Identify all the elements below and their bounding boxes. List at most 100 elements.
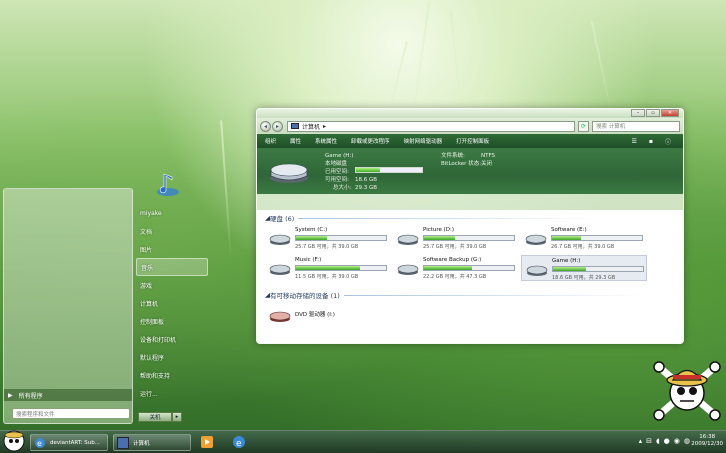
breadcrumb-arrow: ▸	[323, 122, 327, 130]
drive-item[interactable]: Music (F:) 11.5 GB 可用，共 39.0 GB	[265, 255, 391, 281]
all-programs-label: 所有程序	[18, 392, 43, 400]
toolbar-system-properties[interactable]: 系统属性	[315, 137, 337, 145]
usage-fill	[296, 236, 327, 240]
music-note-icon	[157, 173, 179, 196]
views-icon[interactable]: ☰	[632, 138, 637, 145]
forward-button[interactable]: ▸	[272, 120, 283, 132]
media-player-icon[interactable]	[200, 435, 214, 449]
back-button[interactable]: ◂	[260, 120, 271, 132]
window-controls: – ▫ ✕	[630, 109, 679, 117]
removable-header[interactable]: ◢ 有可移动存储的设备 (1)	[265, 290, 644, 300]
toolbar-organize[interactable]: 组织	[265, 137, 276, 145]
tray-app-icon[interactable]: ◍	[684, 437, 690, 445]
drive-item[interactable]: System (C:) 25.7 GB 可用，共 39.0 GB	[265, 225, 391, 251]
usage-fill	[296, 266, 360, 270]
start-item-default-programs[interactable]: 默认程序	[136, 348, 208, 366]
drive-info: 22.2 GB 可用，共 47.3 GB	[423, 274, 487, 280]
command-bar: 组织 属性 系统属性 卸载或更改程序 映射网络驱动器 打开控制面板 ☰ ▪ ⓘ	[257, 134, 683, 148]
start-item-user[interactable]: miyake	[136, 204, 208, 222]
task-label: 计算机	[133, 440, 150, 447]
drive-info: 26.7 GB 可用，共 39.0 GB	[551, 244, 615, 250]
dvd-drive-item[interactable]: DVD 驱动器 (I:)	[265, 302, 391, 328]
start-search-input[interactable]: 搜索程序和文件	[12, 408, 130, 419]
start-item-label: 图片	[140, 246, 153, 254]
toolbar-properties[interactable]: 属性	[290, 137, 301, 145]
start-item-label: 运行...	[140, 390, 158, 398]
detail-free-value: 18.6 GB	[355, 177, 378, 183]
shutdown-options-button[interactable]: ▸	[172, 412, 182, 422]
network-icon[interactable]: ⊟	[646, 437, 652, 445]
grass-blade	[411, 0, 431, 120]
start-item-run[interactable]: 运行...	[136, 384, 208, 402]
start-item-games[interactable]: 游戏	[136, 276, 208, 294]
start-menu-right-pane: miyake 文档 图片 音乐 游戏 计算机 控制面板 设备和打印机 默认程序 …	[136, 204, 208, 424]
search-placeholder: 搜索 计算机	[596, 124, 626, 130]
hard-drive-icon	[397, 264, 419, 275]
start-item-devices-printers[interactable]: 设备和打印机	[136, 330, 208, 348]
drive-item[interactable]: Software (E:) 26.7 GB 可用，共 39.0 GB	[521, 225, 647, 251]
toolbar-uninstall[interactable]: 卸载或更改程序	[351, 137, 390, 145]
explorer-window: – ▫ ✕ ◂ ▸ 计算机 ▸ ⟳ 搜索 计算机 组织 属性 系统属性 卸载或更…	[256, 108, 684, 344]
taskbar-item-browser[interactable]: e deviantART: Sub...	[30, 434, 108, 451]
clock[interactable]: 16:38 2009/12/30	[691, 434, 723, 448]
start-orb-icon[interactable]	[2, 429, 26, 453]
search-placeholder: 搜索程序和文件	[16, 411, 55, 418]
shutdown-group: 关机 ▸	[138, 412, 182, 422]
group-divider	[343, 294, 644, 296]
content-area: ◢ 硬盘 (6) System (C:) 25.7 GB 可用，共 39.0 G…	[257, 210, 683, 343]
removable-title: 有可移动存储的设备 (1)	[270, 292, 340, 300]
ie-quicklaunch-icon[interactable]: e	[232, 435, 246, 449]
address-bar[interactable]: 计算机 ▸	[287, 120, 575, 132]
hard-drive-icon	[526, 265, 548, 276]
start-item-help[interactable]: 帮助和支持	[136, 366, 208, 384]
drive-info: 25.7 GB 可用，共 39.0 GB	[295, 244, 359, 250]
task-label: deviantART: Sub...	[50, 439, 100, 446]
drive-name: Picture (D:)	[423, 227, 455, 233]
all-programs-button[interactable]: ▶ 所有程序	[4, 389, 132, 401]
close-button[interactable]: ✕	[661, 109, 679, 117]
taskbar-item-computer[interactable]: 计算机	[113, 434, 191, 451]
drive-item[interactable]: Software Backup (G:) 22.2 GB 可用，共 47.3 G…	[393, 255, 519, 281]
detail-labels: Game (H:) 本地磁盘 已用空间: 可用空间: 总大小:	[325, 152, 353, 192]
detail-bitlocker-value: 关闭	[481, 161, 493, 167]
clock-time: 16:38	[699, 434, 716, 440]
address-text: 计算机	[302, 123, 321, 131]
tray-app-icon[interactable]: ●	[664, 437, 670, 445]
drive-info: 25.7 GB 可用，共 39.0 GB	[423, 244, 487, 250]
explorer-search-input[interactable]: 搜索 计算机	[592, 120, 680, 132]
arrow-right-icon: ▶	[8, 391, 13, 399]
start-menu-left-pane: ▶ 所有程序 搜索程序和文件	[3, 188, 133, 424]
maximize-button[interactable]: ▫	[646, 109, 660, 117]
drive-item-selected[interactable]: Game (H:) 18.6 GB 可用，共 29.3 GB	[521, 255, 647, 281]
drive-name: Software Backup (G:)	[423, 257, 482, 263]
minimize-button[interactable]: –	[631, 109, 645, 117]
drive-item[interactable]: Picture (D:) 25.7 GB 可用，共 39.0 GB	[393, 225, 519, 251]
help-icon[interactable]: ⓘ	[665, 137, 671, 146]
start-item-label: 默认程序	[140, 354, 165, 362]
drive-usage-bar	[423, 265, 515, 271]
system-tray: ▴ ⊟ ◖ ● ◉ ◍	[635, 437, 690, 445]
usage-fill	[424, 266, 472, 270]
address-row: ◂ ▸ 计算机 ▸ ⟳ 搜索 计算机	[257, 118, 683, 134]
detail-total-value: 29.3 GB	[355, 185, 378, 191]
title-bar[interactable]: – ▫ ✕	[257, 109, 683, 118]
start-item-control-panel[interactable]: 控制面板	[136, 312, 208, 330]
drive-info: 11.5 GB 可用，共 39.0 GB	[295, 274, 359, 280]
start-item-computer[interactable]: 计算机	[136, 294, 208, 312]
usage-fill	[553, 267, 587, 271]
toolbar-control-panel[interactable]: 打开控制面板	[456, 137, 489, 145]
tray-arrow-icon[interactable]: ▴	[639, 437, 643, 445]
refresh-button[interactable]: ⟳	[578, 120, 589, 132]
detail-drive-name: Game (H:)	[325, 153, 354, 159]
shutdown-button[interactable]: 关机	[138, 412, 172, 422]
start-item-pictures[interactable]: 图片	[136, 240, 208, 258]
toolbar-map-drive[interactable]: 映射网络驱动器	[404, 137, 443, 145]
hard-disks-header[interactable]: ◢ 硬盘 (6)	[265, 213, 599, 223]
volume-icon[interactable]: ◖	[656, 437, 660, 445]
start-item-documents[interactable]: 文档	[136, 222, 208, 240]
tray-app-icon[interactable]: ◉	[674, 437, 680, 445]
svg-text:e: e	[37, 439, 42, 448]
grass-blade	[590, 20, 612, 110]
start-item-music[interactable]: 音乐	[136, 258, 208, 276]
preview-pane-icon[interactable]: ▪	[649, 138, 653, 145]
